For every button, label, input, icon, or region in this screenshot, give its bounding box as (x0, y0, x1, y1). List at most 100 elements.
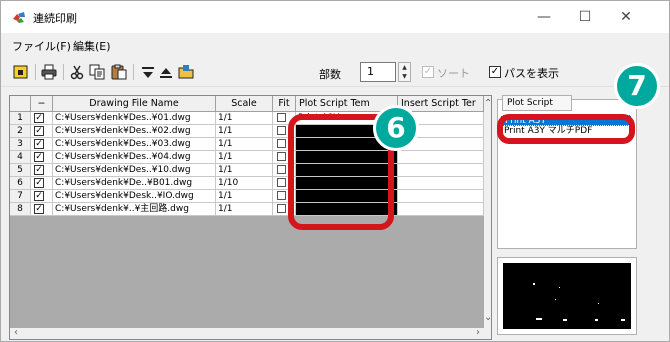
row-number: 4 (10, 151, 31, 164)
row-enable-cell[interactable]: ✓ (31, 125, 53, 138)
row-insert-script[interactable] (398, 177, 484, 190)
row-insert-script[interactable] (398, 164, 484, 177)
app-window: 連続印刷 — ☐ ✕ ファイル(F) 編集(E) 部数 1 ▲ ▼ ✓ ソート … (0, 0, 670, 342)
highlight-box-7 (497, 114, 635, 144)
row-file-name[interactable]: C:¥Users¥denk¥Des..¥10.dwg (53, 164, 216, 177)
row-file-name[interactable]: C:¥Users¥denk¥Desk..¥IO.dwg (53, 190, 216, 203)
row-insert-script[interactable] (398, 190, 484, 203)
row-number: 1 (10, 112, 31, 125)
app-icon (13, 12, 25, 23)
row-scale[interactable]: 1/1 (216, 138, 273, 151)
row-enable-checkbox[interactable]: ✓ (34, 191, 44, 201)
row-scale[interactable]: 1/10 (216, 177, 273, 190)
row-fit-checkbox[interactable] (277, 191, 286, 200)
copies-spinner[interactable]: ▲ ▼ (398, 62, 411, 82)
tab-plot-script[interactable]: Plot Script (502, 95, 572, 111)
vertical-scrollbar[interactable]: ⌃ ⌄ (484, 96, 491, 328)
folder-icon[interactable] (178, 64, 194, 80)
row-file-name[interactable]: C:¥Users¥denk¥De..¥B01.dwg (53, 177, 216, 190)
row-scale[interactable]: 1/1 (216, 112, 273, 125)
row-enable-checkbox[interactable]: ✓ (34, 113, 44, 123)
row-insert-script[interactable] (398, 203, 484, 216)
sort-label: ソート (437, 67, 470, 80)
row-scale[interactable]: 1/1 (216, 125, 273, 138)
row-fit-checkbox[interactable] (277, 139, 286, 148)
row-number: 7 (10, 190, 31, 203)
scroll-up-icon[interactable]: ⌃ (484, 98, 491, 109)
scroll-left-icon[interactable]: ‹ (14, 327, 18, 338)
row-enable-checkbox[interactable]: ✓ (34, 126, 44, 136)
row-fit-checkbox[interactable] (277, 126, 286, 135)
maximize-button[interactable]: ☐ (565, 5, 605, 29)
row-enable-cell[interactable]: ✓ (31, 190, 53, 203)
preview-image (503, 263, 631, 329)
column-header-check[interactable]: − (31, 96, 53, 112)
row-fit-checkbox[interactable] (277, 152, 286, 161)
row-number: 6 (10, 177, 31, 190)
row-enable-checkbox[interactable]: ✓ (34, 178, 44, 188)
toolbar-separator (133, 64, 134, 80)
row-insert-script[interactable] (398, 151, 484, 164)
row-fit-checkbox[interactable] (277, 204, 286, 213)
row-file-name[interactable]: C:¥Users¥denk¥Des..¥04.dwg (53, 151, 216, 164)
show-path-checkbox[interactable]: ✓ (489, 66, 501, 78)
column-header-fit[interactable]: Fit (273, 96, 296, 112)
spin-up-icon[interactable]: ▲ (399, 63, 410, 72)
move-down-icon[interactable] (140, 64, 156, 80)
callout-badge-6: 6 (373, 105, 419, 151)
horizontal-scrollbar[interactable]: ‹ › (10, 327, 491, 339)
row-number: 3 (10, 138, 31, 151)
minimize-button[interactable]: — (524, 5, 564, 29)
row-number: 8 (10, 203, 31, 216)
menu-edit[interactable]: 編集(E) (73, 38, 111, 54)
row-file-name[interactable]: C:¥Users¥denk¥Des..¥03.dwg (53, 138, 216, 151)
column-header-num (10, 96, 31, 112)
toolbar: 部数 1 ▲ ▼ ✓ ソート ✓ パスを表示 (1, 57, 669, 87)
row-enable-cell[interactable]: ✓ (31, 151, 53, 164)
drawing-grid: − Drawing File Name Scale Fit Plot Scrip… (9, 95, 492, 340)
column-header-scale[interactable]: Scale (216, 96, 273, 112)
column-header-file[interactable]: Drawing File Name (53, 96, 216, 112)
sort-checkbox[interactable]: ✓ (422, 66, 434, 78)
toolbar-separator (35, 64, 36, 80)
row-number: 2 (10, 125, 31, 138)
row-enable-checkbox[interactable]: ✓ (34, 204, 44, 214)
scroll-down-icon[interactable]: ⌄ (484, 312, 491, 323)
row-file-name[interactable]: C:¥Users¥denk¥..¥主回路.dwg (53, 203, 216, 216)
preview-drawing (533, 283, 625, 321)
scroll-right-icon[interactable]: › (476, 327, 480, 338)
close-button[interactable]: ✕ (606, 5, 646, 29)
title-bar: 連続印刷 — ☐ ✕ (1, 1, 669, 33)
row-file-name[interactable]: C:¥Users¥denk¥Des..¥02.dwg (53, 125, 216, 138)
row-scale[interactable]: 1/1 (216, 164, 273, 177)
print-icon[interactable] (41, 64, 57, 80)
paste-icon[interactable] (111, 64, 127, 80)
copies-label: 部数 (319, 68, 341, 81)
row-enable-checkbox[interactable]: ✓ (34, 152, 44, 162)
row-enable-cell[interactable]: ✓ (31, 138, 53, 151)
toolbar-separator (63, 64, 64, 80)
row-fit-checkbox[interactable] (277, 178, 286, 187)
row-enable-cell[interactable]: ✓ (31, 203, 53, 216)
row-scale[interactable]: 1/1 (216, 190, 273, 203)
cut-icon[interactable] (69, 64, 85, 80)
menu-file[interactable]: ファイル(F) (12, 38, 71, 54)
row-fit-checkbox[interactable] (277, 165, 286, 174)
row-fit-checkbox[interactable] (277, 113, 286, 122)
row-enable-checkbox[interactable]: ✓ (34, 165, 44, 175)
spin-down-icon[interactable]: ▼ (399, 72, 410, 81)
row-enable-checkbox[interactable]: ✓ (34, 139, 44, 149)
copies-input[interactable]: 1 (360, 62, 396, 82)
drawing-preview (497, 257, 637, 335)
row-scale[interactable]: 1/1 (216, 203, 273, 216)
row-scale[interactable]: 1/1 (216, 151, 273, 164)
copy-icon[interactable] (89, 64, 105, 80)
row-file-name[interactable]: C:¥Users¥denk¥Des..¥01.dwg (53, 112, 216, 125)
open-icon[interactable] (13, 64, 29, 80)
menu-bar: ファイル(F) 編集(E) (1, 33, 669, 55)
row-enable-cell[interactable]: ✓ (31, 177, 53, 190)
row-enable-cell[interactable]: ✓ (31, 112, 53, 125)
callout-badge-7: 7 (614, 63, 660, 109)
move-up-icon[interactable] (158, 64, 174, 80)
row-enable-cell[interactable]: ✓ (31, 164, 53, 177)
